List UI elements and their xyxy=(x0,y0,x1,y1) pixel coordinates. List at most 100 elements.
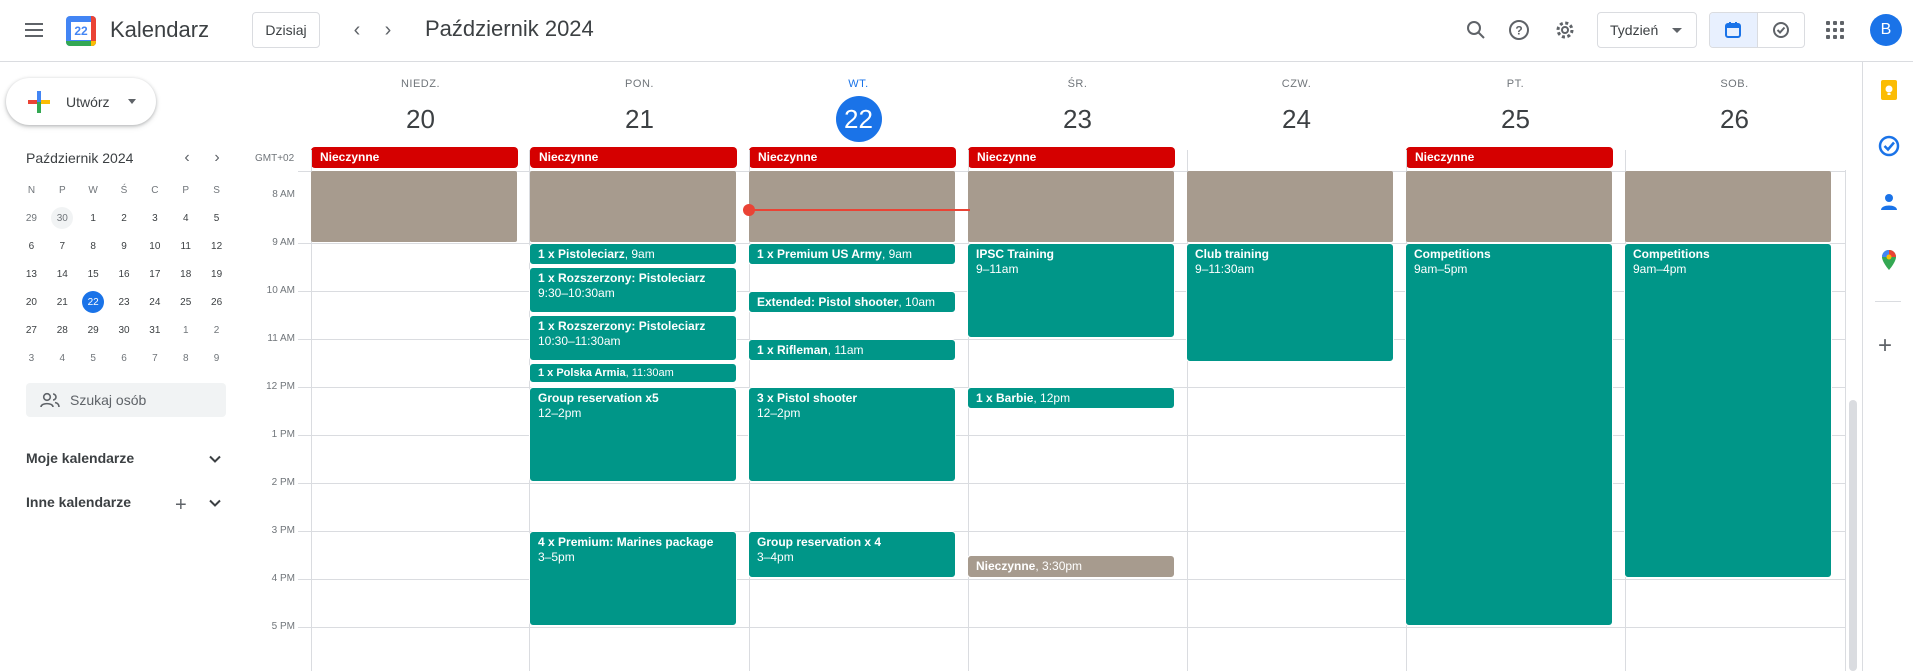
grid-scrollbar[interactable] xyxy=(1849,400,1857,671)
calendar-event[interactable]: Competitions 9am–4pm xyxy=(1624,243,1832,578)
mini-day[interactable]: 13 xyxy=(16,260,47,288)
day-header-thu[interactable]: CZW. 24 xyxy=(1187,78,1406,142)
calendar-logo-icon[interactable]: 22 xyxy=(66,16,96,46)
account-avatar[interactable]: B xyxy=(1870,14,1902,46)
search-people-input[interactable]: Szukaj osób xyxy=(26,383,226,417)
allday-closed-event[interactable]: Nieczynne xyxy=(530,147,737,168)
mini-prev-month-icon[interactable]: ‹ xyxy=(177,148,197,168)
today-button[interactable]: Dzisiaj xyxy=(252,12,320,48)
other-calendars-toggle[interactable]: Inne kalendarze xyxy=(26,494,131,510)
day-header-sun[interactable]: NIEDZ. 20 xyxy=(311,78,530,142)
mini-day[interactable]: 20 xyxy=(16,288,47,316)
allday-closed-event[interactable]: Nieczynne xyxy=(749,147,956,168)
add-calendar-plus-icon[interactable]: + xyxy=(175,494,187,517)
mini-day[interactable]: 9 xyxy=(109,232,140,260)
tasks-view-icon[interactable] xyxy=(1756,13,1805,47)
mini-day[interactable]: 5 xyxy=(78,344,109,372)
mini-day-today[interactable]: 22 xyxy=(78,288,109,316)
mini-next-month-icon[interactable]: › xyxy=(207,148,227,168)
mini-day[interactable]: 21 xyxy=(47,288,78,316)
mini-day[interactable]: 3 xyxy=(16,344,47,372)
help-icon[interactable]: ? xyxy=(1504,15,1534,45)
next-week-icon[interactable]: › xyxy=(376,18,400,42)
mini-day[interactable]: 8 xyxy=(78,232,109,260)
calendar-event[interactable]: Club training 9–11:30am xyxy=(1186,243,1394,362)
mini-day[interactable]: 8 xyxy=(170,344,201,372)
mini-day[interactable]: 4 xyxy=(170,204,201,232)
day-header-sat[interactable]: SOB. 26 xyxy=(1625,78,1844,142)
day-header-tue-today[interactable]: WT. 22 xyxy=(749,78,968,142)
keep-icon[interactable] xyxy=(1877,78,1901,102)
closed-hours-block[interactable] xyxy=(968,171,1174,242)
calendar-event[interactable]: 3 x Pistol shooter 12–2pm xyxy=(748,387,956,482)
contacts-icon[interactable] xyxy=(1877,190,1901,214)
calendar-event[interactable]: 1 x Polska Armia, 11:30am xyxy=(529,363,737,383)
mini-day[interactable]: 29 xyxy=(16,204,47,232)
mini-day[interactable]: 28 xyxy=(47,316,78,344)
chevron-down-icon[interactable] xyxy=(208,496,222,510)
mini-day[interactable]: 18 xyxy=(170,260,201,288)
calendar-event[interactable]: 1 x Rifleman, 11am xyxy=(748,339,956,361)
closed-hours-block[interactable] xyxy=(749,171,955,242)
mini-day[interactable]: 1 xyxy=(78,204,109,232)
day-header-wed[interactable]: ŚR. 23 xyxy=(968,78,1187,142)
calendar-event[interactable]: 1 x Rozszerzony: Pistoleciarz 9:30–10:30a… xyxy=(529,267,737,313)
mini-day[interactable]: 7 xyxy=(47,232,78,260)
mini-day[interactable]: 14 xyxy=(47,260,78,288)
tasks-icon[interactable] xyxy=(1877,134,1901,158)
mini-day[interactable]: 12 xyxy=(201,232,232,260)
calendar-event[interactable]: Competitions 9am–5pm xyxy=(1405,243,1613,626)
mini-day[interactable]: 31 xyxy=(139,316,170,344)
prev-week-icon[interactable]: ‹ xyxy=(345,18,369,42)
calendar-event-closed[interactable]: Nieczynne, 3:30pm xyxy=(967,555,1175,578)
mini-day[interactable]: 25 xyxy=(170,288,201,316)
mini-day[interactable]: 27 xyxy=(16,316,47,344)
calendar-event[interactable]: Extended: Pistol shooter, 10am xyxy=(748,291,956,313)
mini-day[interactable]: 30 xyxy=(109,316,140,344)
closed-hours-block[interactable] xyxy=(530,171,736,242)
chevron-down-icon[interactable] xyxy=(208,452,222,466)
closed-hours-block[interactable] xyxy=(1187,171,1393,242)
closed-hours-block[interactable] xyxy=(1406,171,1612,242)
closed-hours-block[interactable] xyxy=(311,171,517,242)
mini-day[interactable]: 23 xyxy=(109,288,140,316)
google-apps-icon[interactable] xyxy=(1824,19,1846,41)
my-calendars-toggle[interactable]: Moje kalendarze xyxy=(26,450,134,466)
create-button[interactable]: Utwórz xyxy=(6,78,156,125)
main-menu-icon[interactable] xyxy=(18,14,50,46)
mini-day[interactable]: 17 xyxy=(139,260,170,288)
allday-closed-event[interactable]: Nieczynne xyxy=(968,147,1175,168)
mini-day[interactable]: 6 xyxy=(16,232,47,260)
calendar-event[interactable]: Group reservation x5 12–2pm xyxy=(529,387,737,482)
mini-day[interactable]: 24 xyxy=(139,288,170,316)
mini-day[interactable]: 3 xyxy=(139,204,170,232)
closed-hours-block[interactable] xyxy=(1625,171,1831,242)
mini-day[interactable]: 19 xyxy=(201,260,232,288)
mini-day[interactable]: 15 xyxy=(78,260,109,288)
get-addons-plus-icon[interactable]: + xyxy=(1878,332,1892,360)
settings-gear-icon[interactable] xyxy=(1550,15,1580,45)
day-header-mon[interactable]: PON. 21 xyxy=(530,78,749,142)
allday-closed-event[interactable]: Nieczynne xyxy=(1406,147,1613,168)
search-icon[interactable] xyxy=(1461,15,1491,45)
calendar-view-icon[interactable] xyxy=(1710,13,1757,47)
view-select[interactable]: Tydzień xyxy=(1597,12,1697,48)
mini-day[interactable]: 26 xyxy=(201,288,232,316)
maps-icon[interactable] xyxy=(1877,248,1901,272)
mini-day[interactable]: 10 xyxy=(139,232,170,260)
mini-day[interactable]: 2 xyxy=(201,316,232,344)
mini-day[interactable]: 16 xyxy=(109,260,140,288)
calendar-event[interactable]: IPSC Training 9–11am xyxy=(967,243,1175,338)
mini-day[interactable]: 11 xyxy=(170,232,201,260)
calendar-event[interactable]: 1 x Premium US Army, 9am xyxy=(748,243,956,265)
mini-day[interactable]: 29 xyxy=(78,316,109,344)
mini-day[interactable]: 4 xyxy=(47,344,78,372)
calendar-event[interactable]: 1 x Rozszerzony: Pistoleciarz 10:30–11:30… xyxy=(529,315,737,361)
mini-day[interactable]: 2 xyxy=(109,204,140,232)
mini-day[interactable]: 5 xyxy=(201,204,232,232)
calendar-event[interactable]: 4 x Premium: Marines package 3–5pm xyxy=(529,531,737,626)
calendar-event[interactable]: Group reservation x 4 3–4pm xyxy=(748,531,956,578)
calendar-event[interactable]: 1 x Pistoleciarz, 9am xyxy=(529,243,737,265)
mini-day[interactable]: 9 xyxy=(201,344,232,372)
allday-closed-event[interactable]: Nieczynne xyxy=(311,147,518,168)
